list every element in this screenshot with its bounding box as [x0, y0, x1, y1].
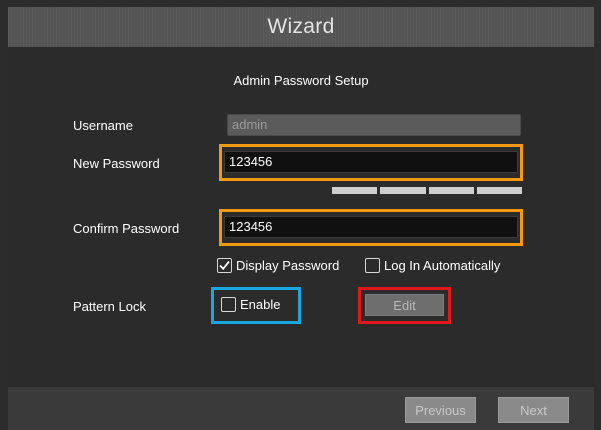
window-title: Wizard [267, 15, 335, 38]
pattern-lock-edit-button[interactable]: Edit [365, 294, 444, 316]
admin-password-panel: Admin Password Setup Username admin New … [8, 47, 594, 387]
pattern-lock-label: Pattern Lock [73, 299, 146, 314]
wizard-footer: Previous Next [8, 387, 594, 430]
display-password-checkbox[interactable] [217, 258, 232, 273]
confirm-password-label: Confirm Password [73, 221, 180, 236]
next-button[interactable]: Next [498, 397, 569, 423]
pattern-lock-enable-option[interactable]: Enable [221, 297, 280, 312]
username-field: admin [227, 114, 521, 136]
strength-segment [428, 187, 474, 194]
pattern-lock-enable-label: Enable [240, 297, 281, 312]
new-password-label: New Password [73, 156, 160, 171]
previous-button[interactable]: Previous [405, 397, 476, 423]
username-label: Username [73, 118, 133, 133]
strength-segment [380, 187, 426, 194]
strength-segment [476, 187, 522, 194]
strength-segment [332, 187, 378, 194]
display-password-label: Display Password [236, 258, 340, 273]
page-heading: Admin Password Setup [233, 73, 369, 88]
password-strength-meter [332, 187, 522, 194]
log-in-automatically-label: Log In Automatically [384, 258, 501, 273]
title-bar: Wizard [8, 7, 594, 48]
log-in-automatically-option[interactable]: Log In Automatically [365, 258, 500, 273]
log-in-automatically-checkbox[interactable] [365, 258, 380, 273]
new-password-input[interactable]: 123456 [224, 151, 518, 173]
confirm-password-input[interactable]: 123456 [224, 216, 518, 238]
checkmark-icon [219, 261, 230, 271]
pattern-lock-enable-checkbox[interactable] [221, 297, 236, 312]
wizard-window: Wizard Admin Password Setup Username adm… [0, 0, 601, 430]
display-password-option[interactable]: Display Password [217, 258, 339, 273]
